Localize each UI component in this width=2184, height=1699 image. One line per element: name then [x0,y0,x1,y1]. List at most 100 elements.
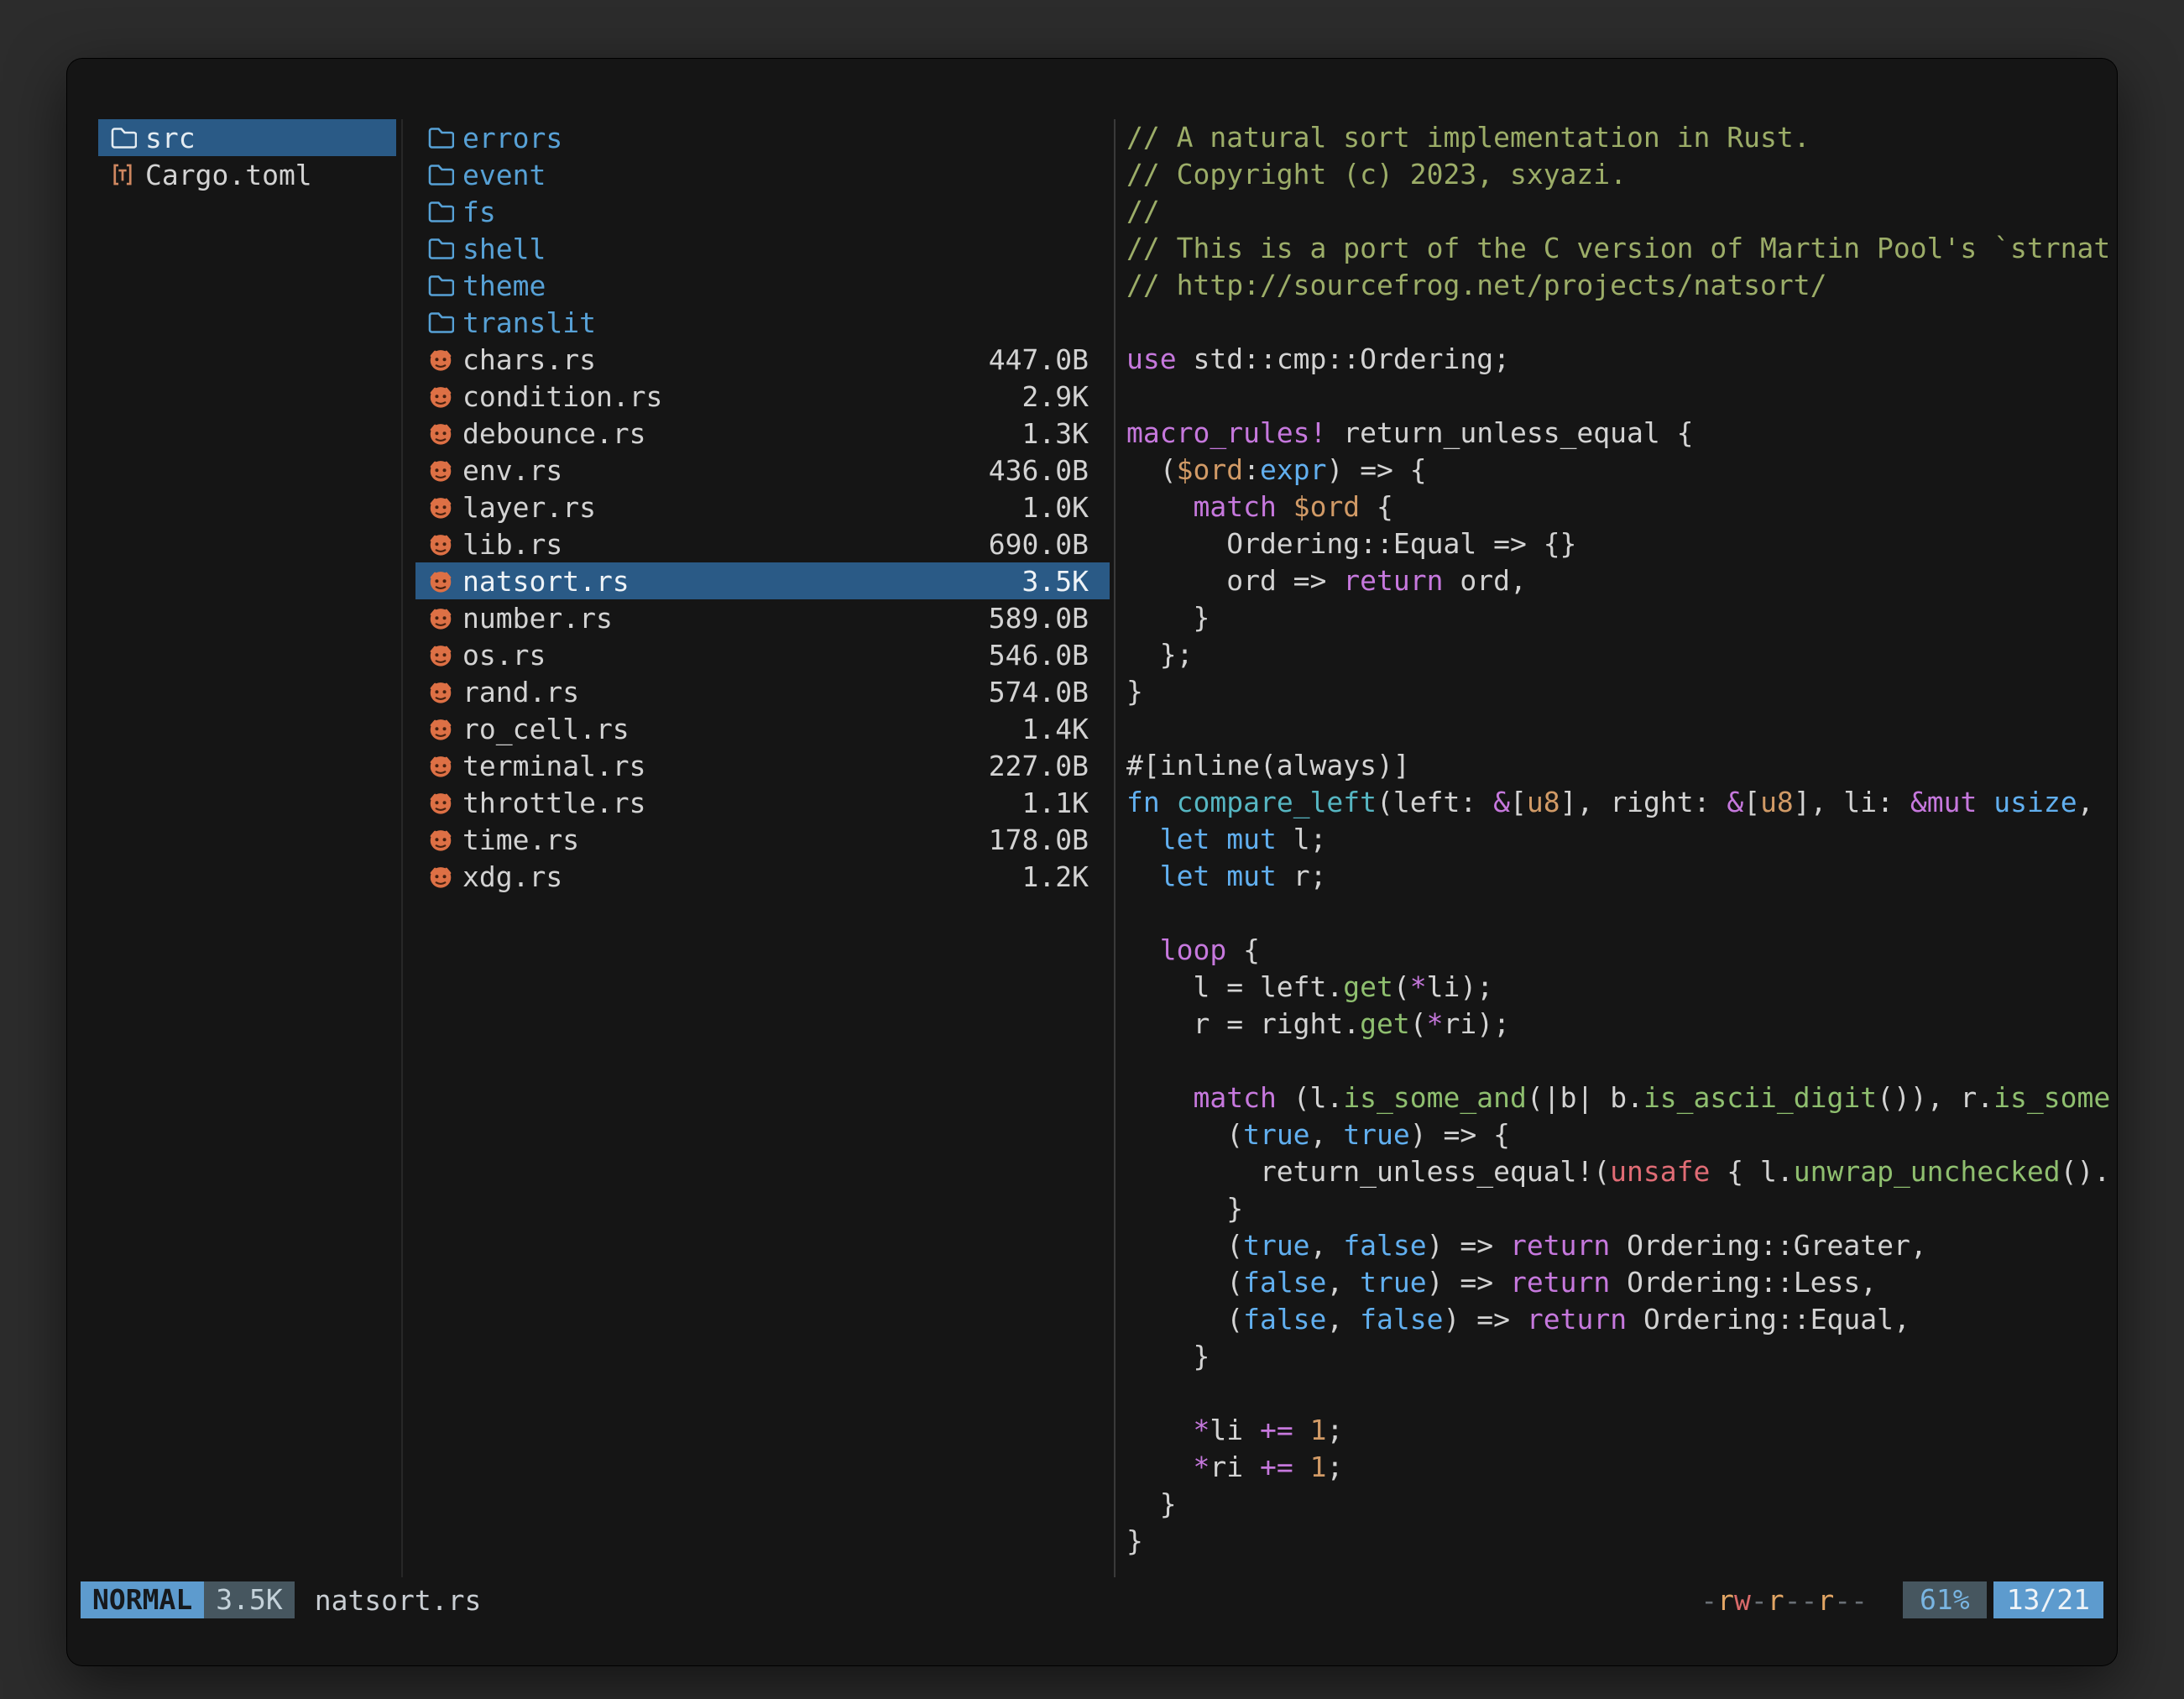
file-row[interactable]: ro_cell.rs 1.4K [415,710,1110,747]
file-name: os.rs [462,639,546,672]
rust-icon [427,752,462,779]
folder-row[interactable]: translit [415,304,1110,341]
code-line [1126,1043,2117,1080]
main-area: src Cargo.toml errors eventfsshell themetra… [98,119,2117,1577]
mode-badge: NORMAL [81,1581,204,1618]
file-size-badge: 3.5K [204,1581,294,1618]
code-line: loop { [1126,932,2117,969]
file-size: 178.0B [989,823,1089,856]
code-line: // Copyright (c) 2023, sxyazi. [1126,156,2117,193]
scroll-percent-badge: 61% [1903,1581,1987,1618]
file-row[interactable]: xdg.rs1.2K [415,858,1110,895]
file-row[interactable]: time.rs178.0B [415,821,1110,858]
file-row[interactable]: Cargo.toml [98,156,396,193]
rust-icon [427,531,462,557]
rust-icon [427,604,462,631]
file-row[interactable]: debounce.rs1.3K [415,415,1110,452]
code-line: *ri += 1; [1126,1449,2117,1486]
code-line: (true, true) => { [1126,1116,2117,1153]
file-name: event [462,159,546,191]
file-size: 574.0B [989,676,1089,708]
file-name: src [145,122,196,154]
file-name: lib.rs [462,528,562,561]
current-pane: errors eventfsshell themetranslitchars.rs4… [415,119,1110,1577]
code-line: ($ord:expr) => { [1126,452,2117,489]
code-line: (false, true) => return Ordering::Less, [1126,1264,2117,1301]
folder-row[interactable]: errors [415,119,1110,156]
code-line: match $ord { [1126,489,2117,525]
code-line: } [1126,1338,2117,1375]
code-line [1126,895,2117,932]
permissions: -rw-r--r-- [1701,1584,1868,1617]
file-size: 3.5K [1022,565,1089,598]
code-line: use std::cmp::Ordering; [1126,341,2117,378]
status-filename: natsort.rs [315,1584,482,1617]
file-size: 2.9K [1022,380,1089,413]
file-name: theme [462,269,546,302]
file-name: ro_cell.rs [462,713,630,745]
pane-divider-left [401,119,403,1577]
code-line: match (l.is_some_and(|b| b.is_ascii_digi… [1126,1080,2117,1116]
file-size: 589.0B [989,602,1089,635]
code-line [1126,1375,2117,1412]
rust-icon [427,863,462,890]
toml-icon [110,161,145,188]
code-line: *li += 1; [1126,1412,2117,1449]
code-line: fn compare_left(left: &[u8], right: &[u8… [1126,784,2117,821]
code-line: ord => return ord, [1126,562,2117,599]
file-size: 227.0B [989,750,1089,782]
code-line: }; [1126,636,2117,673]
folder-icon [427,310,462,335]
file-row[interactable]: condition.rs 2.9K [415,378,1110,415]
status-right-group: -rw-r--r-- 61% 13/21 [1701,1581,2103,1618]
file-name: condition.rs [462,380,662,413]
cursor-position-badge: 13/21 [1993,1581,2103,1618]
file-name: xdg.rs [462,860,562,893]
file-size: 447.0B [989,343,1089,376]
folder-icon [427,273,462,298]
folder-row[interactable]: event [415,156,1110,193]
file-size: 1.0K [1022,491,1089,524]
code-line [1126,304,2117,341]
rust-icon [427,457,462,484]
folder-icon [427,125,462,150]
file-size: 1.4K [1022,713,1089,745]
file-name: errors [462,122,562,154]
file-row[interactable]: number.rs 589.0B [415,599,1110,636]
file-row[interactable]: terminal.rs227.0B [415,747,1110,784]
code-line [1126,710,2117,747]
file-row[interactable]: natsort.rs3.5K [415,562,1110,599]
rust-icon [427,383,462,410]
code-line: #[inline(always)] [1126,747,2117,784]
file-name: layer.rs [462,491,596,524]
file-row[interactable]: rand.rs574.0B [415,673,1110,710]
file-row[interactable]: layer.rs 1.0K [415,489,1110,525]
code-line: } [1126,1190,2117,1227]
folder-row[interactable]: fs [415,193,1110,230]
file-name: Cargo.toml [145,159,312,191]
folder-row[interactable]: shell [415,230,1110,267]
code-line: Ordering::Equal => {} [1126,525,2117,562]
file-size: 546.0B [989,639,1089,672]
file-name: number.rs [462,602,613,635]
file-row[interactable]: env.rs436.0B [415,452,1110,489]
folder-icon [110,125,145,150]
file-name: shell [462,233,546,265]
code-line: (true, false) => return Ordering::Greate… [1126,1227,2117,1264]
status-bar: NORMAL 3.5K natsort.rs -rw-r--r-- 61% 13… [81,1581,2103,1618]
file-row[interactable]: os.rs 546.0B [415,636,1110,673]
code-line: } [1126,1523,2117,1560]
file-size: 1.3K [1022,417,1089,450]
code-line: } [1126,673,2117,710]
file-size: 436.0B [989,454,1089,487]
file-row[interactable]: throttle.rs1.1K [415,784,1110,821]
folder-row[interactable]: theme [415,267,1110,304]
file-row[interactable]: chars.rs447.0B [415,341,1110,378]
code-line: let mut r; [1126,858,2117,895]
file-row[interactable]: lib.rs690.0B [415,525,1110,562]
preview-pane: // A natural sort implementation in Rust… [1116,119,2117,1577]
rust-icon [427,420,462,447]
code-line: (false, false) => return Ordering::Equal… [1126,1301,2117,1338]
rust-icon [427,826,462,853]
folder-row[interactable]: src [98,119,396,156]
